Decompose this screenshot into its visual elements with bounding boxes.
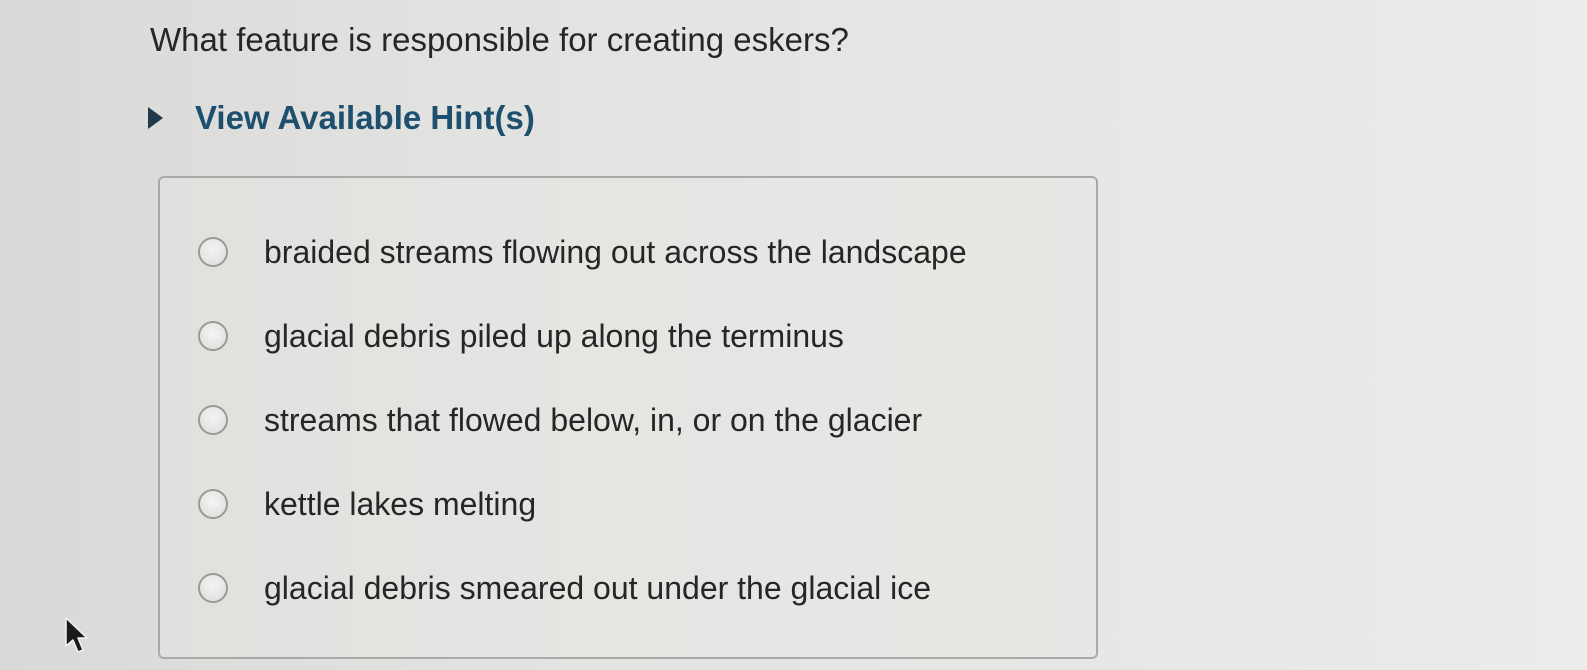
answer-option-label: braided streams flowing out across the l… [264,234,967,270]
radio-button[interactable] [198,573,228,603]
answer-options-box: braided streams flowing out across the l… [158,176,1098,659]
answer-option-label: streams that flowed below, in, or on the… [264,402,923,438]
answer-option[interactable]: streams that flowed below, in, or on the… [198,400,922,440]
answer-option[interactable]: braided streams flowing out across the l… [198,232,967,272]
radio-button[interactable] [198,321,228,351]
caret-right-icon [148,107,163,129]
answer-option[interactable]: kettle lakes melting [198,484,536,524]
view-hints-label: View Available Hint(s) [195,99,535,136]
view-hints-toggle[interactable]: View Available Hint(s) [148,98,535,138]
mouse-pointer-icon [65,617,88,653]
answer-option[interactable]: glacial debris smeared out under the gla… [198,568,931,608]
answer-option-label: kettle lakes melting [264,486,537,522]
answer-option-label: glacial debris smeared out under the gla… [264,570,932,606]
answer-option[interactable]: glacial debris piled up along the termin… [198,316,844,356]
radio-button[interactable] [198,237,228,267]
radio-button[interactable] [198,489,228,519]
answer-option-label: glacial debris piled up along the termin… [264,318,844,354]
radio-button[interactable] [198,405,228,435]
question-text: What feature is responsible for creating… [150,21,849,58]
